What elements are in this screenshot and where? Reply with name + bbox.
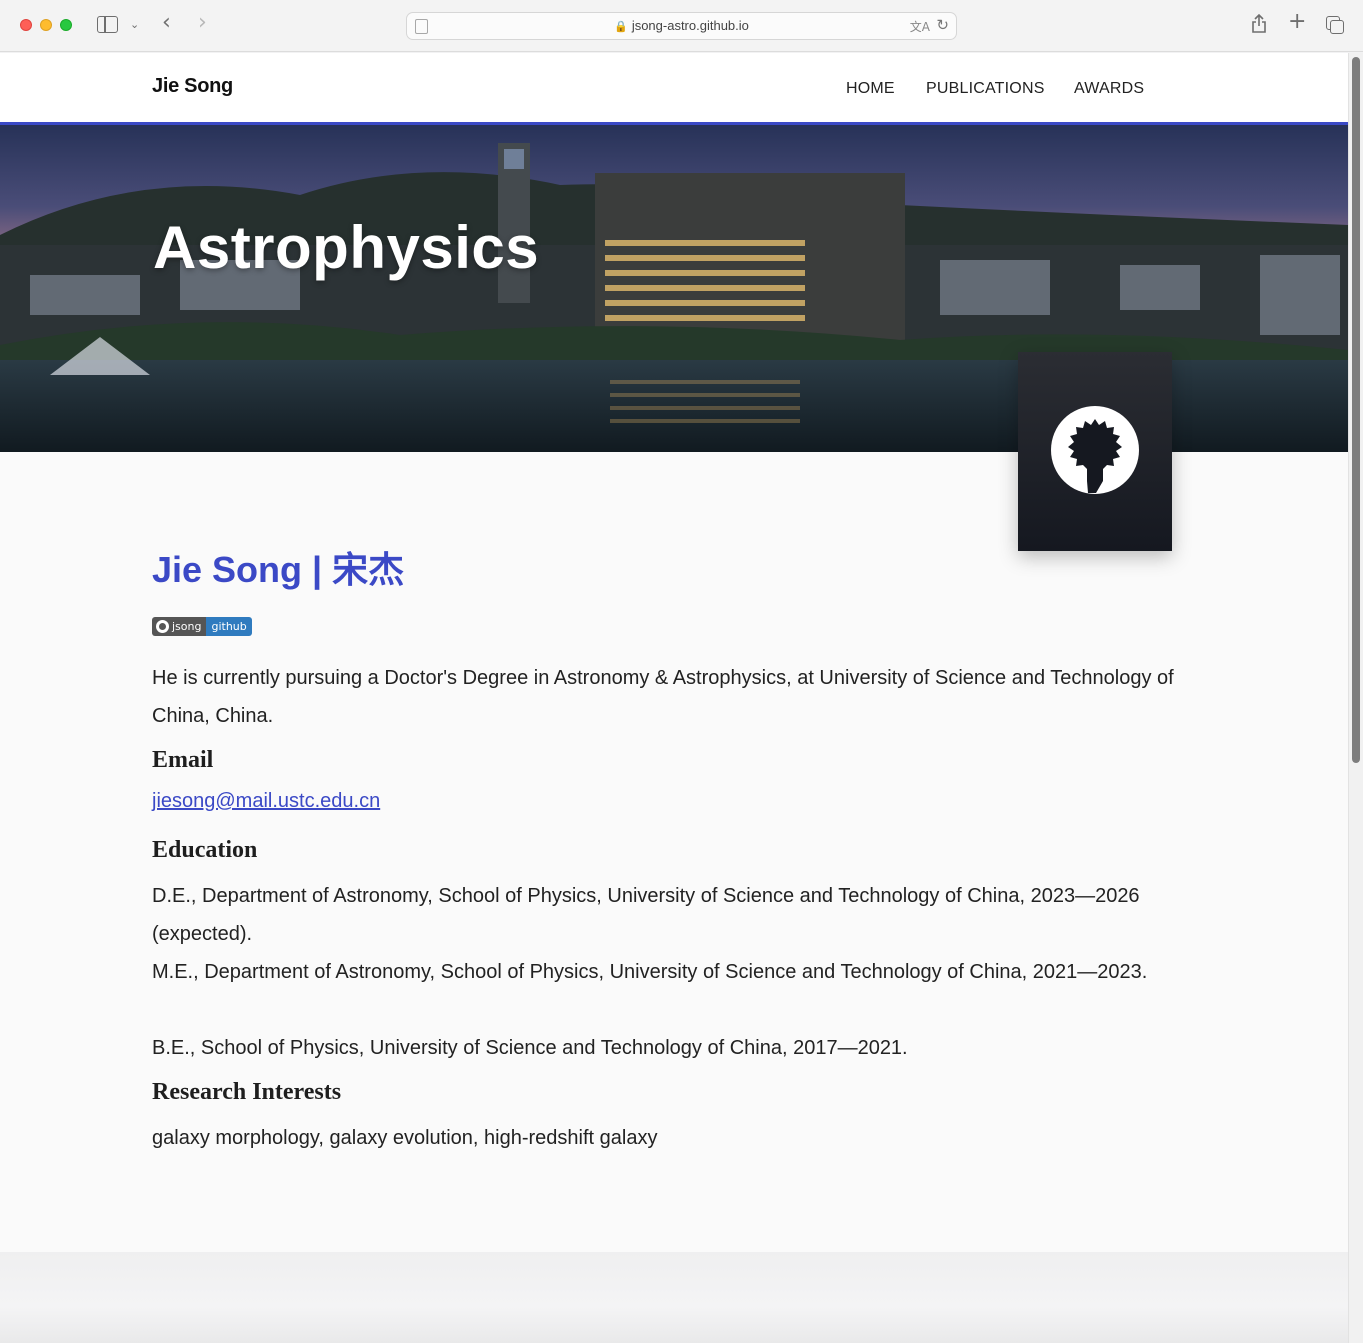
badge-right-text: github (206, 617, 252, 636)
intro-text: He is currently pursuing a Doctor's Degr… (152, 667, 1174, 727)
zoom-window-button[interactable] (60, 19, 72, 31)
back-arrow-icon[interactable]: ‹ (162, 12, 171, 34)
email-heading: Email (152, 747, 214, 773)
translate-icon[interactable]: 文A (910, 18, 930, 35)
education-item: M.E., Department of Astronomy, School of… (152, 961, 1148, 983)
address-bar[interactable]: 🔒 jsong-astro.github.io 文A ↻ (406, 12, 957, 40)
web-page: Jie Song HOME PUBLICATIONS AWARDS Astrop… (0, 53, 1348, 1343)
site-brand[interactable]: Jie Song (152, 75, 233, 98)
share-icon[interactable] (1251, 13, 1267, 39)
lock-icon: 🔒 (614, 21, 628, 33)
github-icon (156, 620, 169, 633)
close-window-button[interactable] (20, 19, 32, 31)
hero-title: Astrophysics (153, 214, 540, 281)
url-text: jsong-astro.github.io (631, 18, 749, 33)
tab-overview-icon[interactable] (1326, 16, 1344, 34)
email-link[interactable]: jiesong@mail.ustc.edu.cn (152, 790, 380, 813)
research-text: galaxy morphology, galaxy evolution, hig… (152, 1127, 658, 1149)
nav-awards[interactable]: AWARDS (1074, 80, 1144, 98)
site-navbar: Jie Song HOME PUBLICATIONS AWARDS (0, 53, 1348, 125)
chevron-down-icon[interactable]: ⌄ (130, 15, 139, 35)
scroll-thumb[interactable] (1352, 57, 1360, 763)
minimize-window-button[interactable] (40, 19, 52, 31)
education-item: D.E., Department of Astronomy, School of… (152, 885, 1140, 945)
url-display[interactable]: 🔒 jsong-astro.github.io (407, 18, 956, 33)
browser-toolbar: ⌄ ‹ › 🔒 jsong-astro.github.io 文A ↻ + (0, 0, 1363, 52)
new-tab-icon[interactable]: + (1288, 11, 1306, 33)
avatar (1018, 352, 1172, 551)
sidebar-toggle-icon[interactable] (97, 16, 118, 33)
forward-arrow-icon[interactable]: › (198, 12, 207, 34)
github-badge[interactable]: jsong github (152, 617, 252, 636)
avatar-tree-logo (1051, 406, 1139, 494)
nav-home[interactable]: HOME (846, 80, 895, 98)
badge-left: jsong (152, 617, 207, 636)
education-item: B.E., School of Physics, University of S… (152, 1037, 908, 1059)
page-scrollbar[interactable] (1348, 53, 1363, 1343)
person-name: Jie Song | 宋杰 (152, 549, 405, 590)
page-footer (0, 1252, 1348, 1343)
reload-icon[interactable]: ↻ (936, 16, 949, 34)
research-heading: Research Interests (152, 1079, 342, 1105)
nav-publications[interactable]: PUBLICATIONS (926, 80, 1045, 98)
education-heading: Education (152, 837, 258, 863)
badge-left-text: jsong (172, 620, 202, 633)
